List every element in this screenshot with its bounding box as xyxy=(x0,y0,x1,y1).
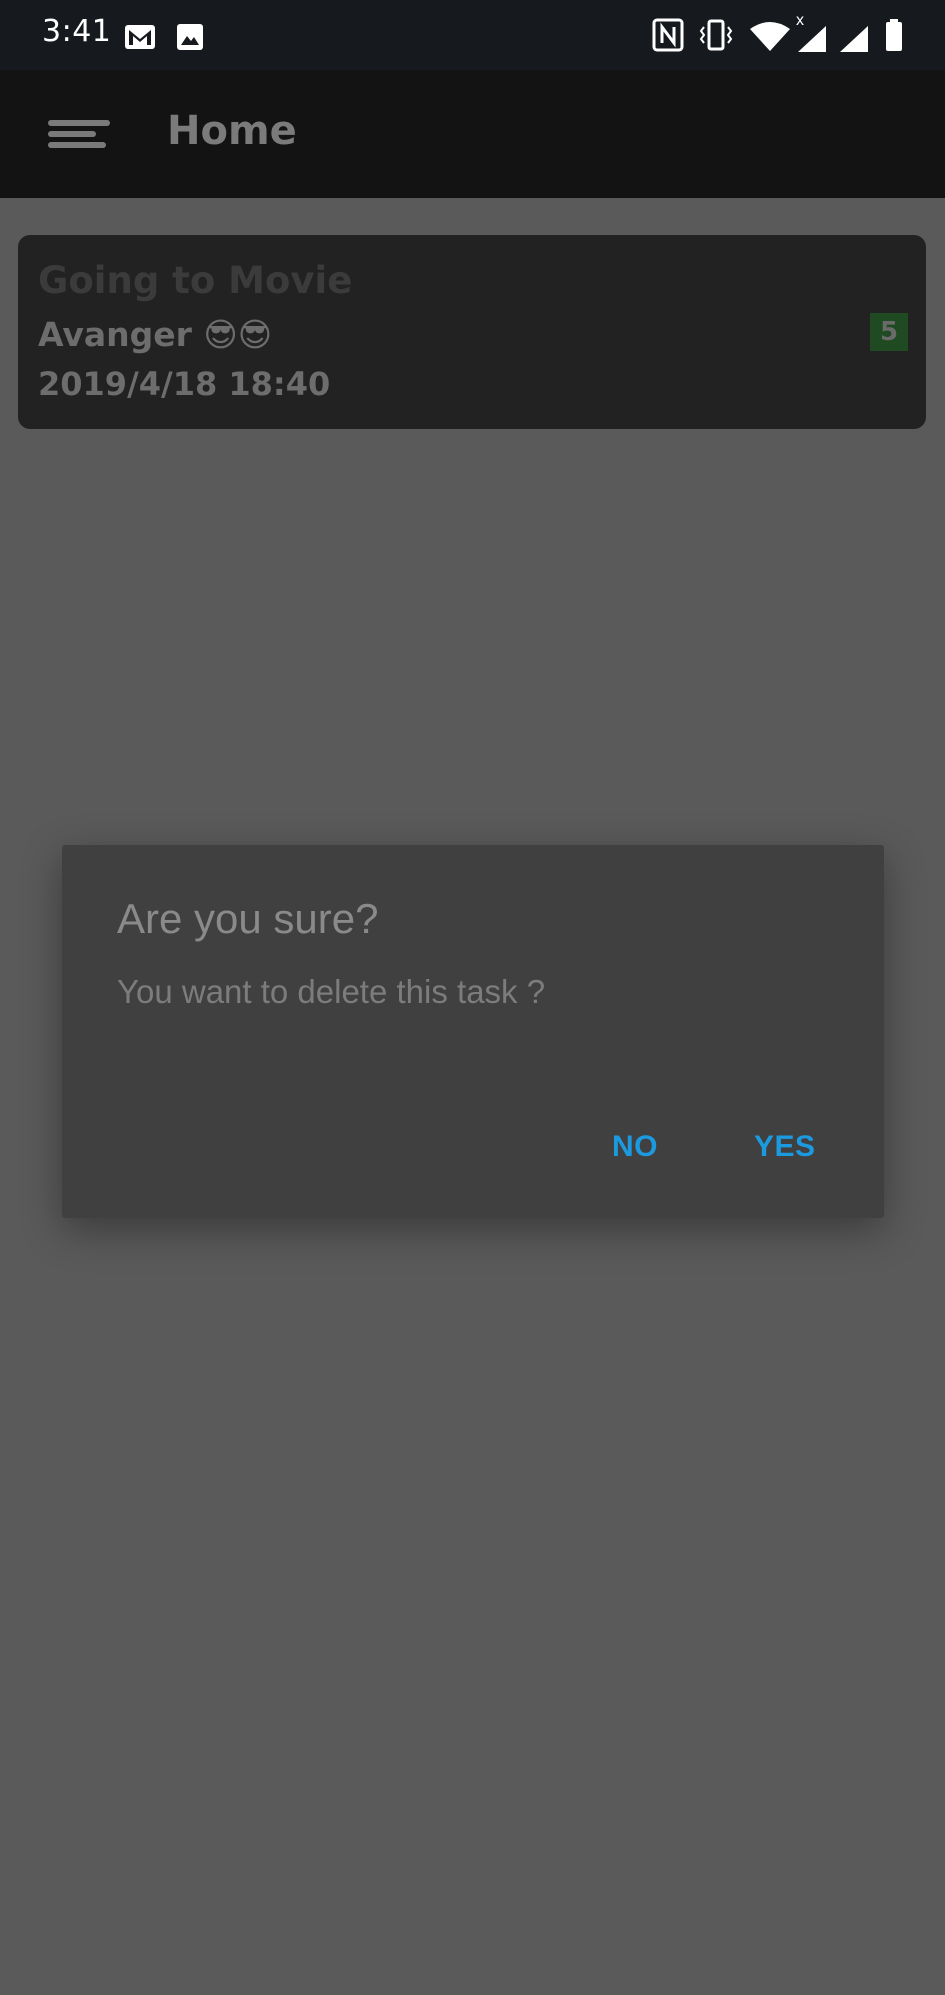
task-card[interactable]: Going to Movie Avanger 😎😎 2019/4/18 18:4… xyxy=(18,235,926,429)
task-title: Going to Movie xyxy=(38,259,353,302)
status-time: 3:41 xyxy=(42,14,112,49)
no-button[interactable]: NO xyxy=(612,1130,658,1164)
task-description: Avanger 😎😎 xyxy=(38,315,273,354)
signal-icon xyxy=(798,26,826,52)
nfc-icon xyxy=(652,18,684,52)
signal-icon-2 xyxy=(840,26,868,52)
app-bar: Home xyxy=(0,70,945,198)
confirm-dialog: Are you sure? You want to delete this ta… xyxy=(62,845,884,1218)
yes-button[interactable]: YES xyxy=(754,1130,816,1164)
dialog-message: You want to delete this task ? xyxy=(117,973,546,1010)
menu-icon[interactable] xyxy=(48,120,114,148)
battery-icon xyxy=(886,19,902,51)
image-icon xyxy=(177,24,203,50)
status-bar: 3:41 x xyxy=(0,0,945,70)
page-title: Home xyxy=(167,108,297,154)
task-count-badge: 5 xyxy=(870,313,908,351)
vibrate-icon xyxy=(699,19,733,51)
wifi-icon xyxy=(750,22,790,51)
gmail-icon xyxy=(125,25,155,49)
dialog-title: Are you sure? xyxy=(117,895,379,942)
task-datetime: 2019/4/18 18:40 xyxy=(38,365,331,403)
